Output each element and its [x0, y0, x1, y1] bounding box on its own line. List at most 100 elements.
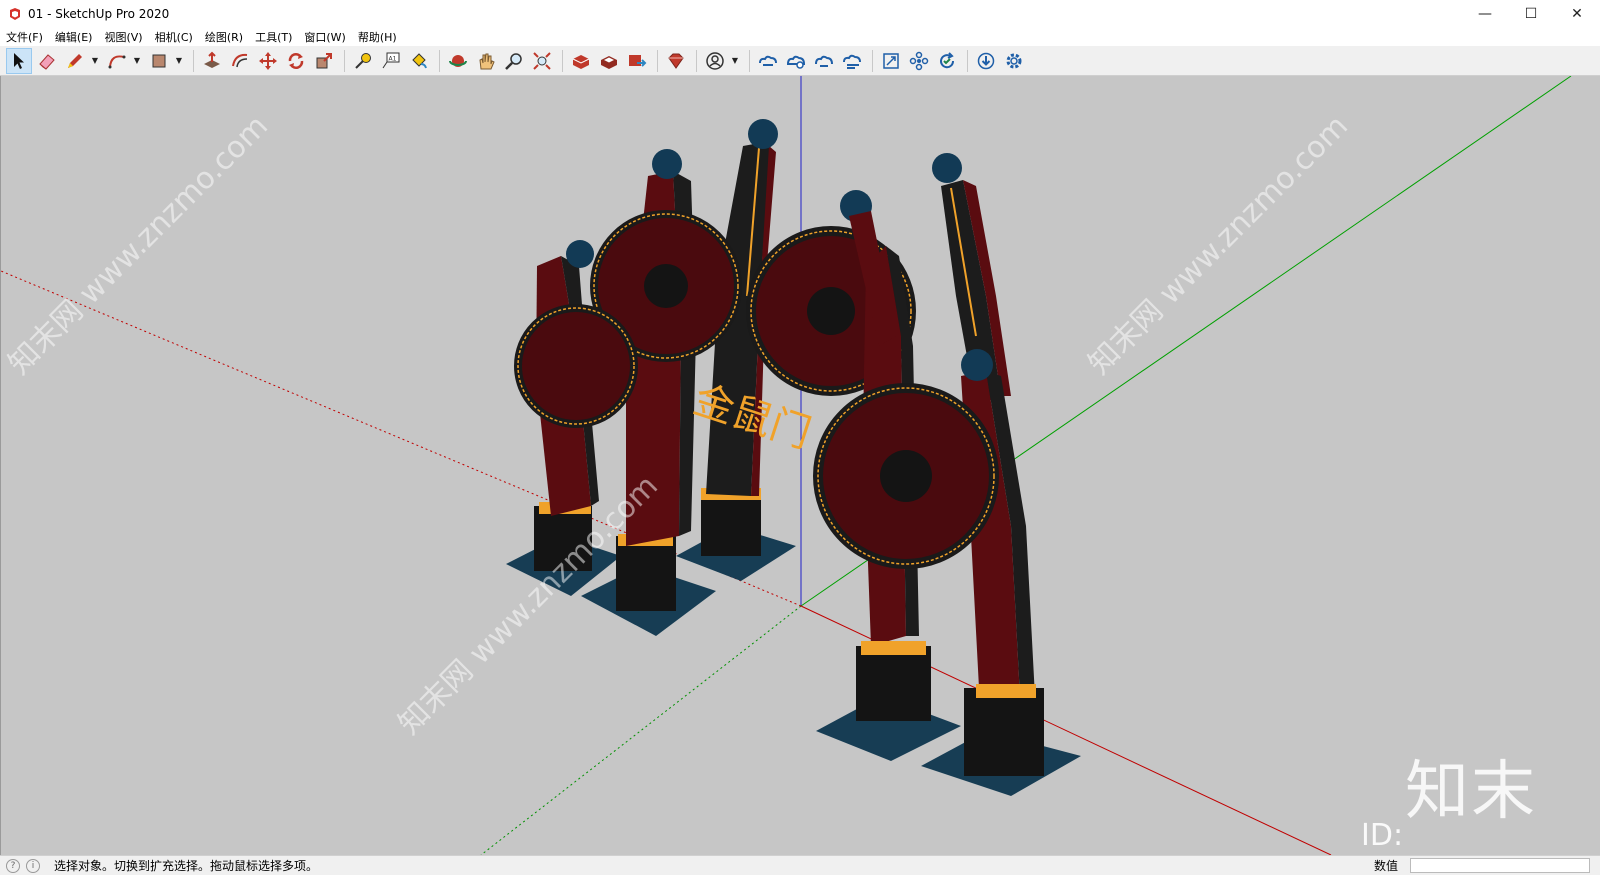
paint-bucket-tool-button[interactable] [406, 48, 432, 74]
warehouse-icon [572, 54, 590, 69]
eraser-tool-button[interactable] [34, 48, 60, 74]
rectangle-tool-dropdown[interactable]: ▼ [174, 48, 184, 74]
pillar-sphere [566, 240, 594, 268]
menu-view[interactable]: 视图(V) [98, 29, 148, 45]
measurements-label: 数值 [1374, 859, 1399, 873]
zoom-extents-icon [533, 51, 551, 70]
arc-tool-button[interactable] [104, 48, 130, 74]
account-icon [706, 51, 724, 70]
cloud-sync-icon [759, 55, 777, 66]
select-tool-button[interactable] [6, 47, 32, 74]
maximize-button[interactable]: ☐ [1508, 0, 1554, 28]
text-icon: A1 [382, 52, 400, 68]
line-tool-dropdown[interactable]: ▼ [90, 48, 100, 74]
tape-measure-tool-button[interactable] [350, 48, 376, 74]
ruby-console-button[interactable] [663, 48, 689, 74]
toolbar-separator [439, 49, 440, 72]
cloud-sync-button[interactable] [755, 48, 781, 74]
rotate-tool-button[interactable] [283, 48, 309, 74]
push-pull-tool-button[interactable] [199, 48, 225, 74]
pillar-base [816, 641, 961, 761]
cloud-upload-icon [815, 55, 833, 67]
sketchup-logo-icon [10, 8, 20, 20]
menu-file[interactable]: 文件(F) [0, 29, 49, 45]
main-toolbar: ▼ ▼ ▼ A1 ▼ [0, 46, 1600, 76]
components-icon [909, 51, 929, 70]
toolbar-separator [967, 49, 968, 72]
settings-icon [1006, 53, 1022, 68]
title-bar: 01 - SketchUp Pro 2020 — ☐ ✕ [0, 0, 1600, 28]
import-button[interactable] [973, 48, 999, 74]
status-bar: ? i 选择对象。切换到扩充选择。拖动鼠标选择多项。 数值 [0, 855, 1600, 875]
measurements-input[interactable] [1410, 858, 1590, 873]
pillar-base [921, 684, 1081, 796]
cloud-share-icon [786, 55, 806, 69]
close-button[interactable]: ✕ [1554, 0, 1600, 28]
geolocation-icon[interactable]: ? [6, 858, 20, 873]
arc-tool-dropdown[interactable]: ▼ [132, 48, 142, 74]
toolbar-separator [193, 49, 194, 72]
menu-camera[interactable]: 相机(C) [149, 29, 199, 45]
watermark-text: 知末网 www.znzmo.com [1082, 109, 1355, 382]
menu-tools[interactable]: 工具(T) [249, 29, 298, 45]
watermark-id: ID: 1172710843 [1361, 818, 1552, 855]
cloud-download-button[interactable] [839, 48, 865, 74]
zoom-extents-tool-button[interactable] [529, 48, 555, 74]
menu-edit[interactable]: 编辑(E) [49, 29, 99, 45]
green-axis-dashed [480, 605, 802, 855]
svg-text:A1: A1 [389, 55, 397, 62]
menu-draw[interactable]: 绘图(R) [199, 29, 249, 45]
ruby-icon [668, 53, 684, 69]
resize-icon [883, 52, 899, 69]
tape-measure-icon [355, 52, 371, 69]
layout-icon [629, 54, 647, 67]
components-button[interactable] [906, 48, 932, 74]
rotate-icon [288, 52, 304, 69]
account-button[interactable] [702, 48, 728, 74]
model-viewport[interactable]: 金鼠门 知末网 www.znzmo.com 知末网 www.znzmo.com … [0, 76, 1600, 855]
toolbar-separator [696, 49, 697, 72]
offset-tool-button[interactable] [227, 48, 253, 74]
select-icon [14, 52, 24, 69]
pan-tool-button[interactable] [473, 48, 499, 74]
resize-button[interactable] [878, 48, 904, 74]
toolbar-separator [657, 49, 658, 72]
scale-tool-button[interactable] [311, 48, 337, 74]
window-title: 01 - SketchUp Pro 2020 [28, 7, 170, 21]
watermark-text: 知末网 www.znzmo.com [2, 109, 275, 382]
send-to-layout-button[interactable] [624, 48, 650, 74]
pillar-sphere [748, 119, 778, 149]
wheel-decoration [813, 383, 999, 569]
3d-warehouse-button[interactable] [568, 48, 594, 74]
extension-warehouse-button[interactable] [596, 48, 622, 74]
pan-icon [479, 53, 495, 69]
reload-icon [940, 51, 955, 68]
cloud-share-button[interactable] [783, 48, 809, 74]
toolbar-separator [749, 49, 750, 72]
text-tool-button[interactable]: A1 [378, 48, 404, 74]
cloud-upload-button[interactable] [811, 48, 837, 74]
menu-help[interactable]: 帮助(H) [352, 29, 403, 45]
status-message: 选择对象。切换到扩充选择。拖动鼠标选择多项。 [54, 859, 319, 873]
pillar-sphere [932, 153, 962, 183]
extension-warehouse-icon [601, 55, 617, 69]
settings-button[interactable] [1001, 48, 1027, 74]
paint-bucket-icon [412, 52, 427, 68]
info-icon[interactable]: i [26, 858, 40, 873]
pillar-sphere [961, 349, 993, 381]
reload-button[interactable] [934, 48, 960, 74]
pillar-sphere [652, 149, 682, 179]
scale-icon [316, 52, 332, 68]
model-canvas[interactable]: 金鼠门 知末网 www.znzmo.com 知末网 www.znzmo.com … [1, 76, 1600, 855]
move-tool-button[interactable] [255, 48, 281, 74]
line-tool-button[interactable] [62, 48, 88, 74]
rectangle-tool-button[interactable] [146, 48, 172, 74]
orbit-tool-button[interactable] [445, 48, 471, 74]
zoom-tool-button[interactable] [501, 48, 527, 74]
menu-window[interactable]: 窗口(W) [298, 29, 351, 45]
move-icon [259, 51, 277, 70]
toolbar-separator [344, 49, 345, 72]
minimize-button[interactable]: — [1462, 0, 1508, 28]
pencil-icon [68, 53, 82, 68]
account-dropdown[interactable]: ▼ [730, 48, 740, 74]
